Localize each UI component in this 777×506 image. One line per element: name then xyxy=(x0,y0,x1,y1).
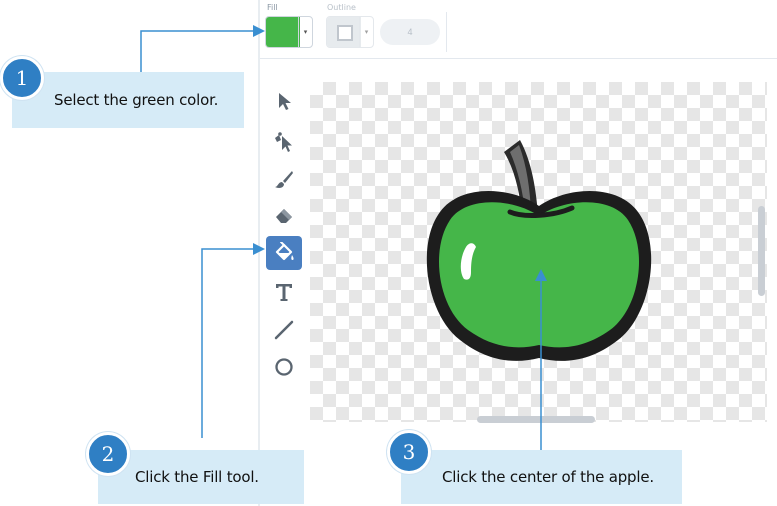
line-tool-button[interactable] xyxy=(266,313,302,347)
callout-step-2-text: Click the Fill tool. xyxy=(135,468,259,486)
outline-color-swatch[interactable] xyxy=(327,17,361,47)
eraser-tool-button[interactable] xyxy=(266,198,302,232)
outline-width-input[interactable]: 4 xyxy=(380,19,440,45)
step-2-badge: 2 xyxy=(86,432,130,476)
fill-tool-button[interactable] xyxy=(266,236,302,270)
text-tool-button[interactable] xyxy=(266,275,302,309)
reshape-tool-button[interactable] xyxy=(266,125,302,159)
fill-color-swatch[interactable] xyxy=(266,17,300,47)
arrow-pointer-icon xyxy=(279,93,291,110)
circle-icon xyxy=(275,358,293,376)
outline-label: Outline xyxy=(327,3,356,12)
text-t-icon xyxy=(276,284,292,301)
step-1-badge: 1 xyxy=(0,56,44,100)
callout-step-3: Click the center of the apple. xyxy=(401,450,682,504)
callout-step-1: Select the green color. xyxy=(12,72,244,128)
fill-color-button[interactable]: ▾ xyxy=(265,16,313,48)
select-tool-button[interactable] xyxy=(266,84,302,118)
fill-label: Fill xyxy=(267,3,278,12)
brush-icon xyxy=(275,171,293,188)
callout-step-3-text: Click the center of the apple. xyxy=(442,468,654,486)
apple-drawing[interactable] xyxy=(310,82,767,422)
brush-tool-button[interactable] xyxy=(266,162,302,196)
outline-color-button[interactable]: ▾ xyxy=(326,16,374,48)
chevron-down-icon[interactable]: ▾ xyxy=(298,17,312,47)
callout-step-1-text: Select the green color. xyxy=(54,91,219,109)
line-icon xyxy=(274,320,294,340)
eraser-icon xyxy=(276,209,292,223)
paint-bucket-icon xyxy=(275,242,294,261)
reshape-pointer-icon xyxy=(275,132,292,152)
chevron-down-icon[interactable]: ▾ xyxy=(359,17,373,47)
vertical-scrollbar[interactable] xyxy=(758,206,765,296)
horizontal-scrollbar[interactable] xyxy=(477,416,595,423)
circle-tool-button[interactable] xyxy=(266,350,302,384)
top-toolbar: Fill ▾ Outline ▾ 4 xyxy=(260,0,777,59)
outline-square-icon xyxy=(337,25,353,41)
editor-left-border xyxy=(258,0,260,506)
toolbar-divider xyxy=(446,12,447,52)
step-3-badge: 3 xyxy=(387,430,431,474)
drawing-canvas[interactable] xyxy=(310,82,767,422)
